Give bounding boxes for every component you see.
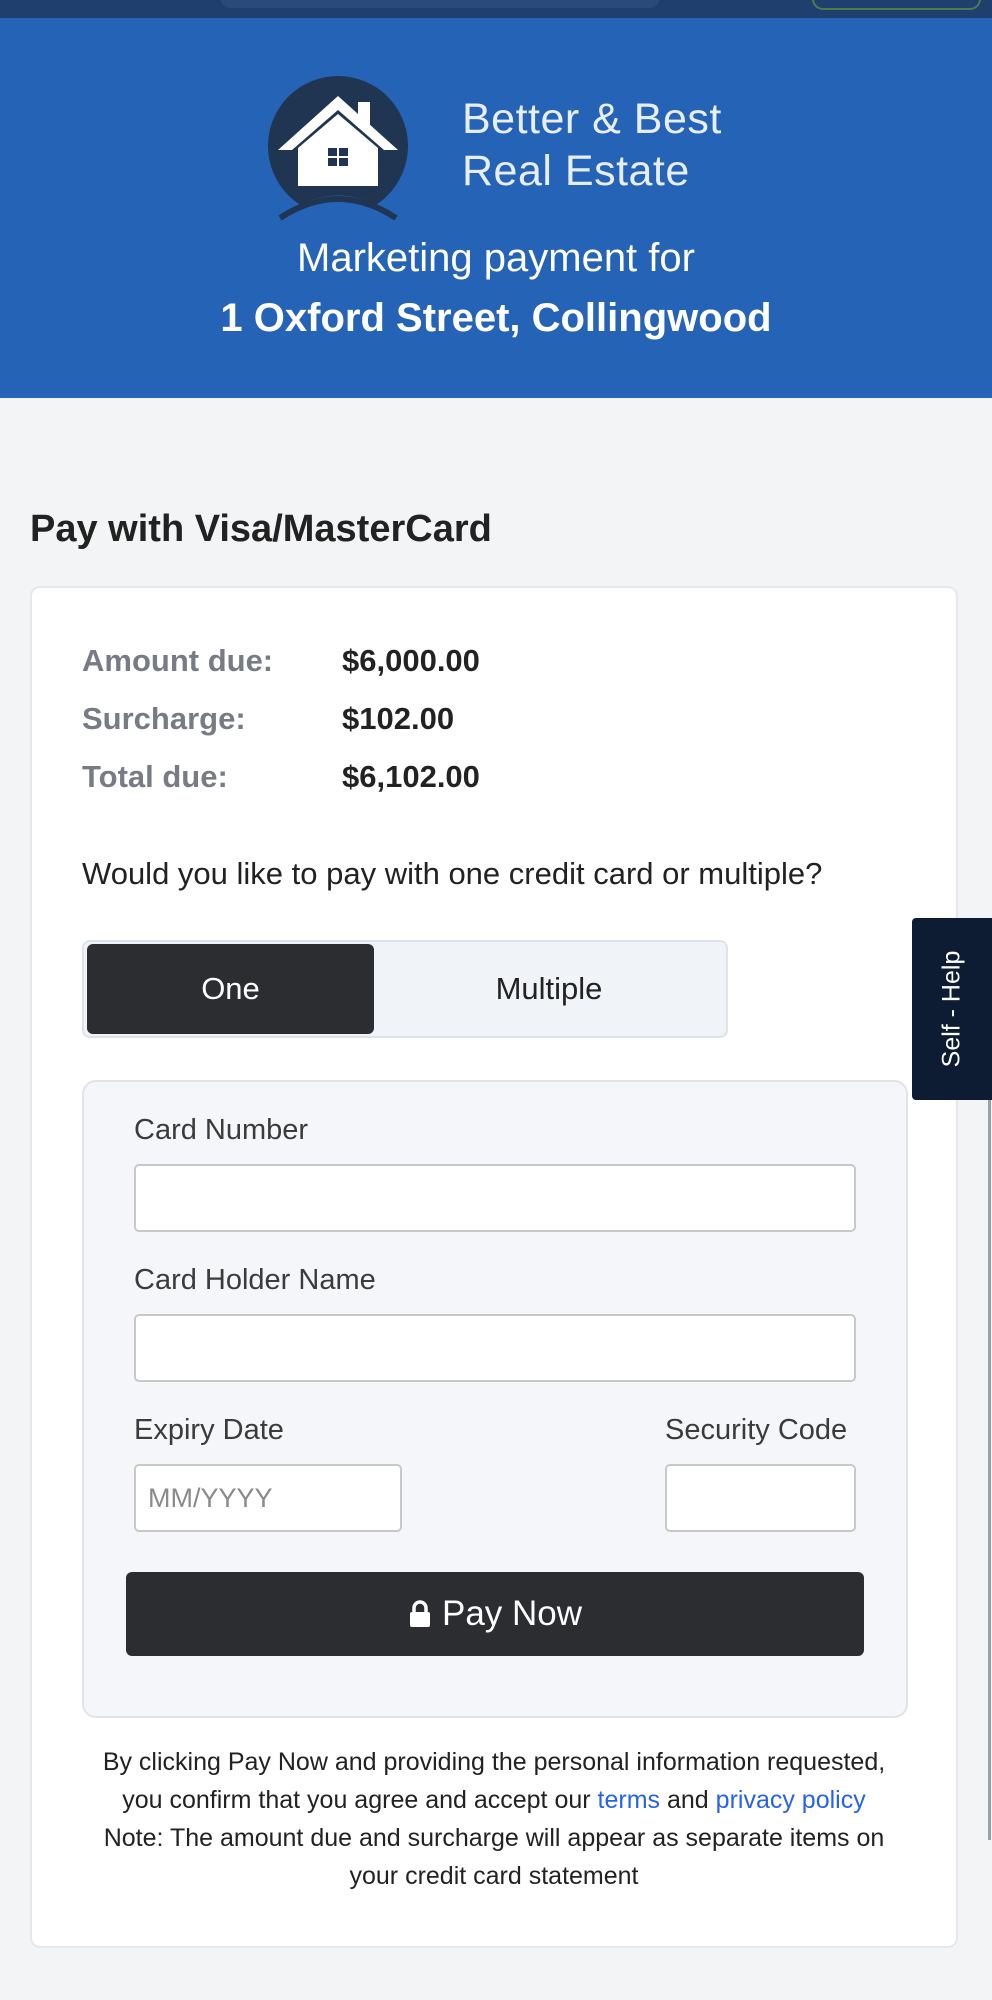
section-title: Pay with Visa/MasterCard [30,508,492,550]
self-help-tab[interactable]: Self - Help [912,918,992,1100]
toggle-one-button[interactable]: One [87,944,374,1034]
privacy-policy-link[interactable]: privacy policy [716,1786,866,1814]
toolbar-button[interactable] [812,0,981,10]
expiry-input[interactable]: MM/YYYY [134,1464,402,1532]
summary-value: $6,102.00 [342,759,480,794]
card-count-question: Would you like to pay with one credit ca… [82,856,823,891]
brand-name: Better & Best Real Estate [462,93,722,197]
legal-note-2: your credit card statement [349,1862,639,1890]
legal-and: and [667,1786,709,1814]
brand-line-2: Real Estate [462,147,690,195]
card-number-label: Card Number [134,1114,309,1146]
pay-now-label: Pay Now [441,1594,583,1633]
card-count-toggle: One Multiple [82,940,728,1038]
payment-subtitle: Marketing payment for [297,236,695,280]
card-holder-label: Card Holder Name [134,1264,376,1296]
legal-note-1: Note: The amount due and surcharge will … [103,1824,885,1852]
toggle-multiple-button[interactable]: Multiple [378,944,720,1034]
security-code-input[interactable] [665,1464,856,1532]
legal-line-2: you confirm that you agree and accept ou… [30,1781,958,1819]
card-number-input[interactable] [134,1164,856,1232]
pay-now-button[interactable]: Pay Now [126,1572,864,1656]
summary-label: Total due: [82,759,228,794]
browser-top-strip [0,0,992,18]
house-logo-icon [268,76,408,221]
legal-line-2-text: you confirm that you agree and accept ou… [122,1786,591,1814]
lock-icon [409,1600,430,1627]
summary-value: $6,000.00 [342,643,480,678]
card-holder-input[interactable] [134,1314,856,1382]
summary-label: Surcharge: [82,701,246,736]
summary-label: Amount due: [82,643,274,678]
brand-line-1: Better & Best [462,95,722,143]
expiry-label: Expiry Date [134,1414,284,1446]
property-address: 1 Oxford Street, Collingwood [220,296,772,340]
terms-link[interactable]: terms [598,1786,661,1814]
address-bar[interactable] [220,0,660,8]
legal-line-1: By clicking Pay Now and providing the pe… [102,1748,886,1776]
page-header: Better & Best Real Estate Marketing paym… [0,18,992,398]
legal-notice: By clicking Pay Now and providing the pe… [30,1743,958,1895]
security-code-label: Security Code [665,1414,848,1446]
summary-value: $102.00 [342,701,455,736]
self-help-label: Self - Help [937,950,966,1068]
expiry-placeholder: MM/YYYY [148,1483,273,1513]
scrollbar-track[interactable] [988,1100,991,1840]
